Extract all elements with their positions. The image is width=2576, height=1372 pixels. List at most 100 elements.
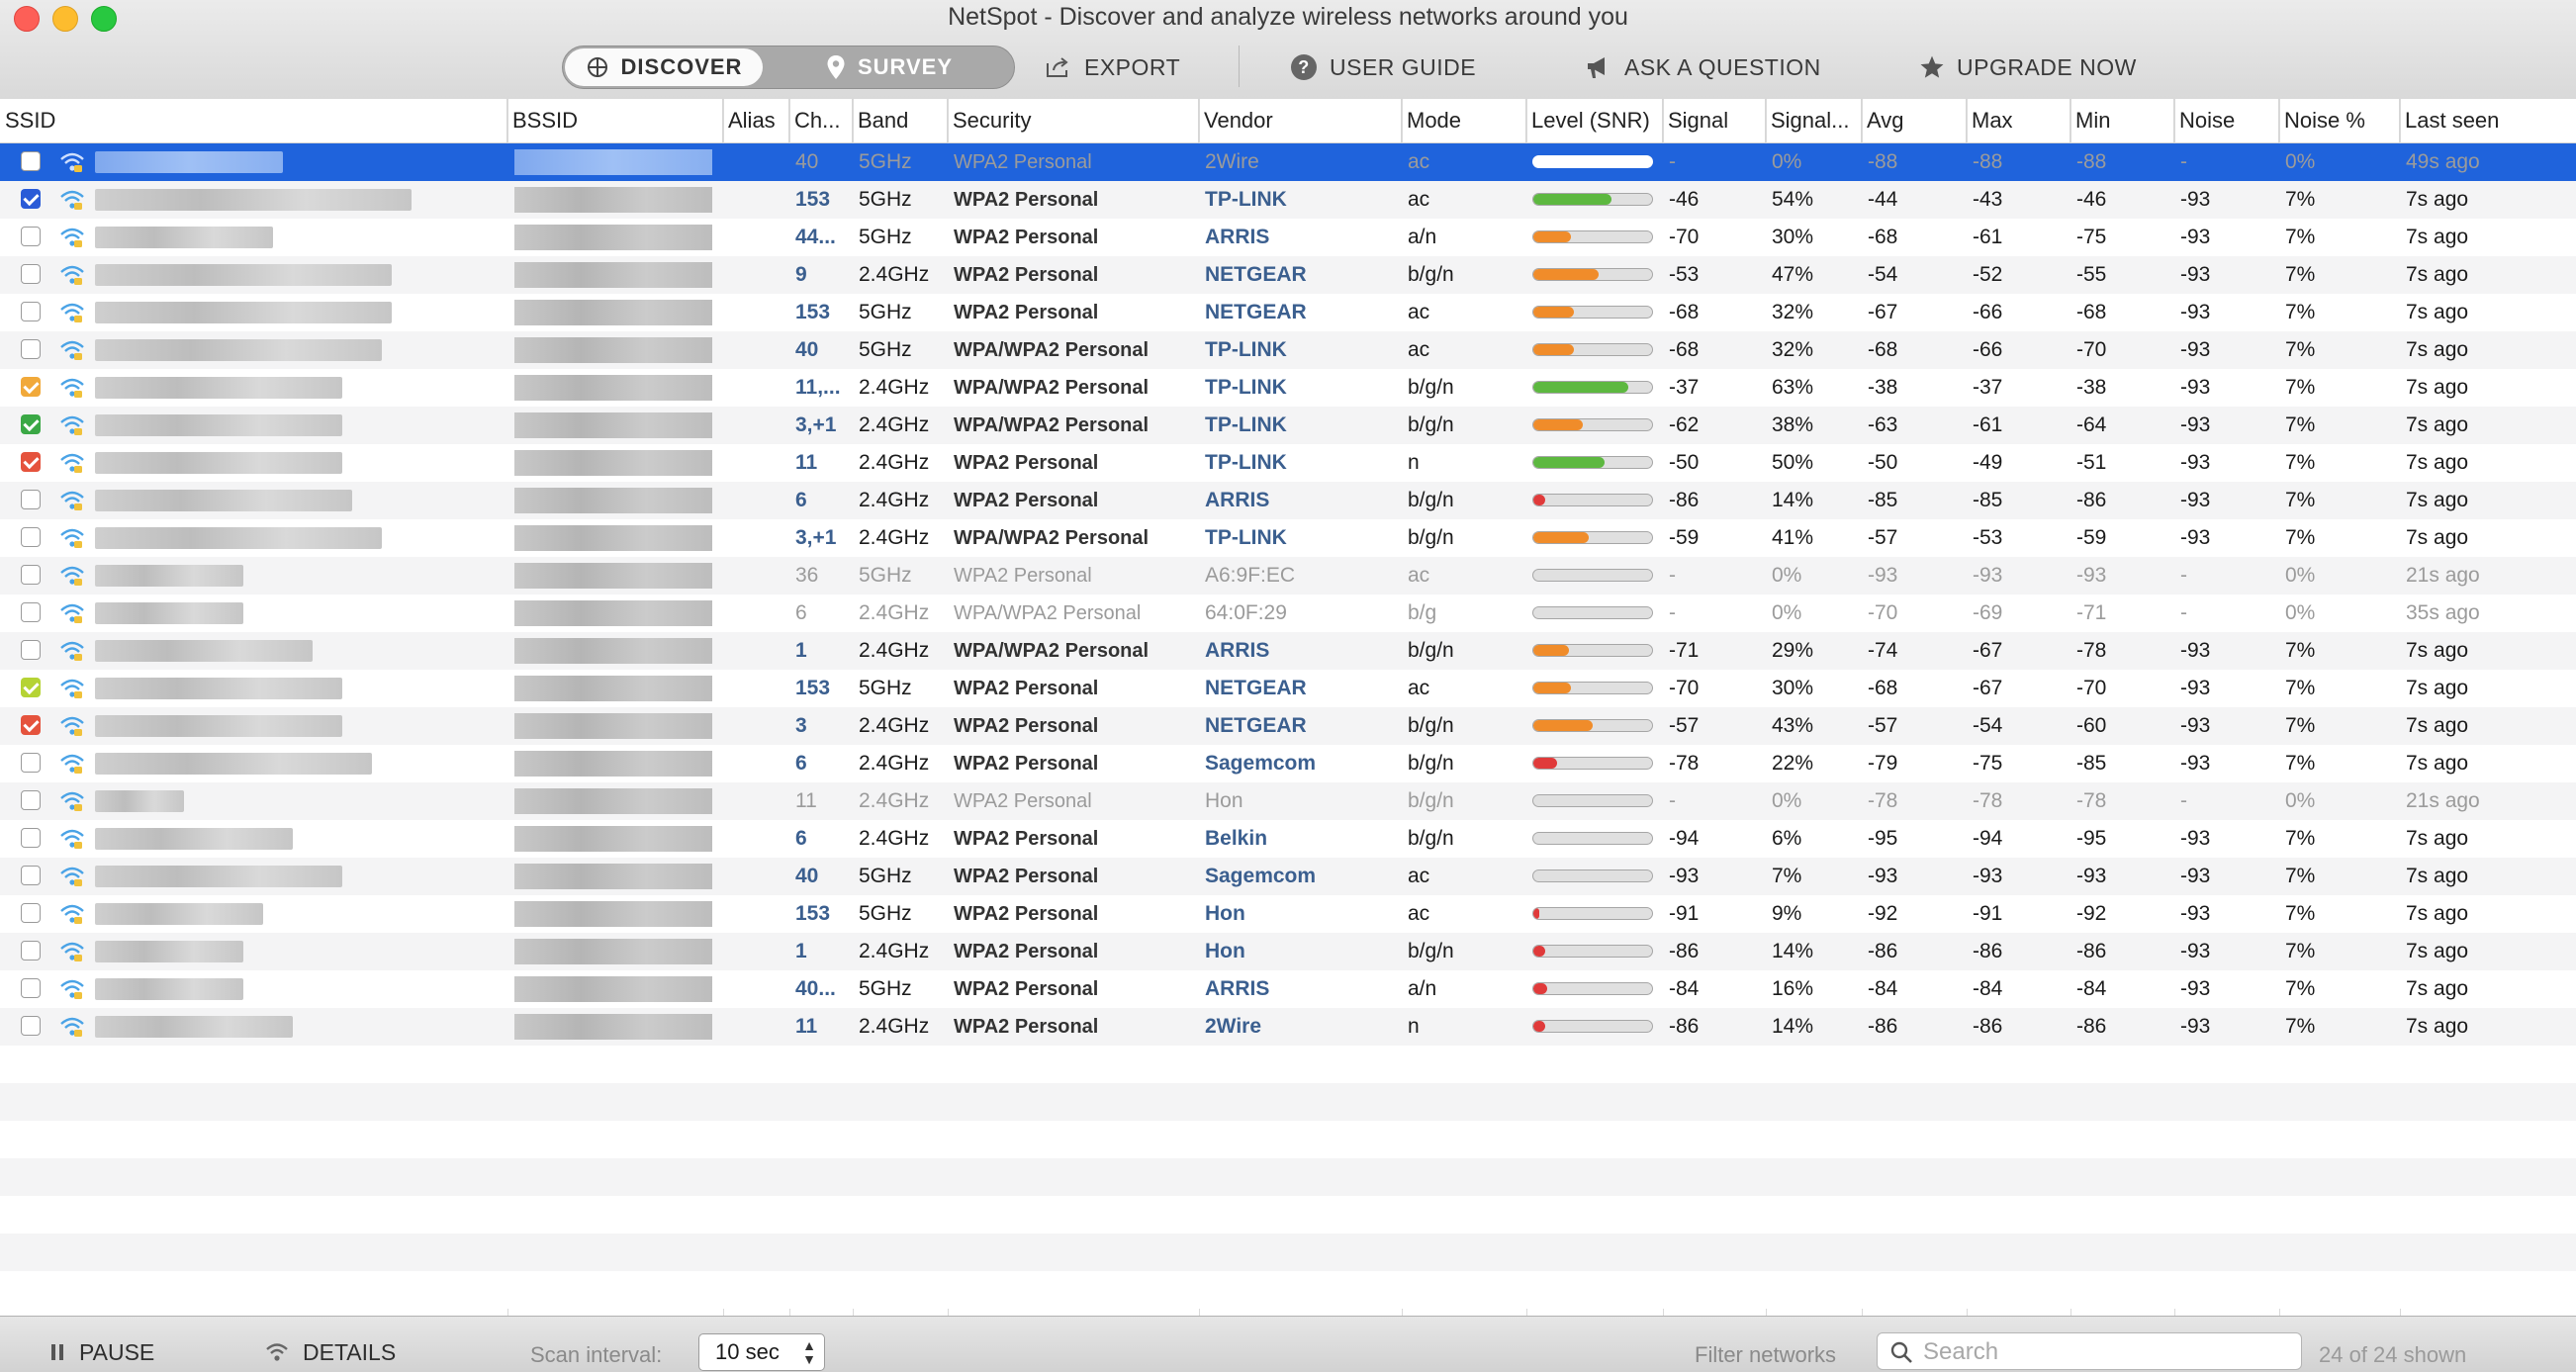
row-checkbox[interactable]: [21, 189, 41, 209]
col-bssid[interactable]: BSSID: [507, 99, 723, 142]
upgrade-label: UPGRADE NOW: [1957, 53, 2137, 80]
row-checkbox[interactable]: [21, 828, 41, 848]
cell-max: -54: [1973, 714, 2003, 737]
row-checkbox[interactable]: [21, 978, 41, 998]
row-checkbox[interactable]: [21, 565, 41, 585]
col-alias[interactable]: Alias: [723, 99, 789, 142]
col-noise[interactable]: Noise: [2174, 99, 2279, 142]
table-row[interactable]: 3,+1 2.4GHz WPA/WPA2 Personal TP-LINK b/g/n -…: [0, 519, 2576, 557]
table-row[interactable]: 6 2.4GHz WPA2 Personal Sagemcom b/g/n -78 22% -…: [0, 745, 2576, 782]
col-level[interactable]: Level (SNR): [1526, 99, 1663, 142]
pause-button[interactable]: PAUSE: [49, 1336, 154, 1368]
table-row[interactable]: 11 2.4GHz WPA2 Personal Hon b/g/n - 0% -78 -78 -7…: [0, 782, 2576, 820]
row-checkbox[interactable]: [21, 1016, 41, 1036]
row-checkbox[interactable]: [21, 264, 41, 284]
row-checkbox[interactable]: [21, 377, 41, 397]
table-row[interactable]: 40 5GHz WPA/WPA2 Personal TP-LINK ac -68 32% -6…: [0, 331, 2576, 369]
col-signal-pct[interactable]: Signal...: [1766, 99, 1862, 142]
cell-min: -38: [2076, 376, 2107, 399]
row-checkbox[interactable]: [21, 640, 41, 660]
cell-signal: -57: [1669, 714, 1700, 737]
table-row[interactable]: 3 2.4GHz WPA2 Personal NETGEAR b/g/n -57 43% -5…: [0, 707, 2576, 745]
cell-avg: -88: [1868, 150, 1898, 173]
table-row[interactable]: 36 5GHz WPA2 Personal A6:9F:EC ac - 0% -93 -93 -9…: [0, 557, 2576, 595]
table-row[interactable]: 11,... 2.4GHz WPA/WPA2 Personal TP-LINK b/g/…: [0, 369, 2576, 407]
row-checkbox[interactable]: [21, 414, 41, 434]
col-avg[interactable]: Avg: [1862, 99, 1967, 142]
discover-tab[interactable]: DISCOVER: [565, 48, 763, 86]
user-guide-button[interactable]: ? USER GUIDE: [1290, 49, 1476, 85]
table-row[interactable]: 153 5GHz WPA2 Personal NETGEAR ac -68 32% -67 -6…: [0, 294, 2576, 331]
row-checkbox[interactable]: [21, 941, 41, 960]
cell-last-seen: 7s ago: [2406, 376, 2469, 399]
ssid-redacted: [95, 414, 342, 436]
table-row[interactable]: 44... 5GHz WPA2 Personal ARRIS a/n -70 30% -68 -…: [0, 219, 2576, 256]
col-mode[interactable]: Mode: [1402, 99, 1526, 142]
network-list[interactable]: 40 5GHz WPA2 Personal 2Wire ac - 0% -88 -88 -88 - 0…: [0, 143, 2576, 1316]
row-checkbox[interactable]: [21, 302, 41, 321]
ssid-redacted: [95, 866, 342, 887]
row-checkbox[interactable]: [21, 452, 41, 472]
upgrade-button[interactable]: UPGRADE NOW: [1919, 49, 2137, 85]
row-checkbox[interactable]: [21, 151, 41, 171]
cell-max: -93: [1973, 865, 2003, 887]
table-row[interactable]: 6 2.4GHz WPA2 Personal ARRIS b/g/n -86 14% -85 -…: [0, 482, 2576, 519]
col-last-seen[interactable]: Last seen: [2400, 99, 2576, 142]
table-row[interactable]: 153 5GHz WPA2 Personal NETGEAR ac -70 30% -68 -6…: [0, 670, 2576, 707]
table-row[interactable]: 11 2.4GHz WPA2 Personal TP-LINK n -50 50% -50 -4…: [0, 444, 2576, 482]
row-checkbox[interactable]: [21, 715, 41, 735]
snr-level-fill: [1533, 344, 1574, 355]
export-button[interactable]: EXPORT: [1045, 49, 1180, 85]
table-row[interactable]: 6 2.4GHz WPA2 Personal Belkin b/g/n -94 6% -95 -…: [0, 820, 2576, 858]
cell-min: -86: [2076, 940, 2107, 962]
table-row[interactable]: 3,+1 2.4GHz WPA/WPA2 Personal TP-LINK b/g/n -…: [0, 407, 2576, 444]
cell-last-seen: 7s ago: [2406, 1015, 2469, 1038]
col-signal[interactable]: Signal: [1663, 99, 1766, 142]
row-checkbox[interactable]: [21, 678, 41, 697]
ask-question-button[interactable]: ASK A QUESTION: [1585, 49, 1821, 85]
cell-security: WPA2 Personal: [954, 715, 1099, 737]
col-band[interactable]: Band: [853, 99, 948, 142]
cell-signal: -59: [1669, 526, 1700, 549]
cell-signal: -93: [1669, 865, 1700, 887]
table-row[interactable]: 40... 5GHz WPA2 Personal ARRIS a/n -84 16% -84 -…: [0, 970, 2576, 1008]
cell-avg: -95: [1868, 827, 1898, 850]
col-ssid[interactable]: SSID: [0, 99, 507, 142]
scan-interval-select[interactable]: 10 sec ▲ ▼: [698, 1333, 825, 1371]
ssid-redacted: [95, 941, 243, 962]
row-checkbox[interactable]: [21, 490, 41, 509]
row-checkbox[interactable]: [21, 339, 41, 359]
row-checkbox[interactable]: [21, 753, 41, 773]
wifi-icon: [60, 791, 84, 811]
row-checkbox[interactable]: [21, 790, 41, 810]
row-checkbox[interactable]: [21, 527, 41, 547]
table-row[interactable]: 153 5GHz WPA2 Personal Hon ac -91 9% -92 -91 -92 -…: [0, 895, 2576, 933]
table-row[interactable]: 6 2.4GHz WPA/WPA2 Personal 64:0F:29 b/g - 0% -7…: [0, 595, 2576, 632]
row-checkbox[interactable]: [21, 866, 41, 885]
row-checkbox[interactable]: [21, 903, 41, 923]
table-row[interactable]: 40 5GHz WPA2 Personal Sagemcom ac -93 7% -93 -93…: [0, 858, 2576, 895]
col-vendor[interactable]: Vendor: [1199, 99, 1402, 142]
table-row[interactable]: 153 5GHz WPA2 Personal TP-LINK ac -46 54% -44 -4…: [0, 181, 2576, 219]
wifi-icon: [60, 453, 84, 473]
col-security[interactable]: Security: [948, 99, 1199, 142]
cell-band: 5GHz: [859, 226, 912, 248]
cell-min: -93: [2076, 865, 2107, 887]
cell-avg: -63: [1868, 413, 1898, 436]
row-checkbox[interactable]: [21, 227, 41, 246]
survey-tab[interactable]: SURVEY: [766, 48, 1013, 86]
cell-vendor: ARRIS: [1205, 489, 1270, 511]
table-row[interactable]: 11 2.4GHz WPA2 Personal 2Wire n -86 14% -86 -86 -…: [0, 1008, 2576, 1046]
row-checkbox[interactable]: [21, 602, 41, 622]
table-row[interactable]: 40 5GHz WPA2 Personal 2Wire ac - 0% -88 -88 -88 - 0…: [0, 143, 2576, 181]
col-noise-pct[interactable]: Noise %: [2279, 99, 2400, 142]
table-row[interactable]: 1 2.4GHz WPA/WPA2 Personal ARRIS b/g/n -71 29%…: [0, 632, 2576, 670]
table-row[interactable]: 1 2.4GHz WPA2 Personal Hon b/g/n -86 14% -86 -86…: [0, 933, 2576, 970]
col-channel[interactable]: Ch...: [789, 99, 853, 142]
details-button[interactable]: DETAILS: [265, 1336, 396, 1368]
col-max[interactable]: Max: [1967, 99, 2070, 142]
cell-noise-pct: 7%: [2285, 226, 2316, 248]
col-min[interactable]: Min: [2070, 99, 2174, 142]
search-input[interactable]: [1921, 1335, 2291, 1369]
table-row[interactable]: 9 2.4GHz WPA2 Personal NETGEAR b/g/n -53 47% -5…: [0, 256, 2576, 294]
